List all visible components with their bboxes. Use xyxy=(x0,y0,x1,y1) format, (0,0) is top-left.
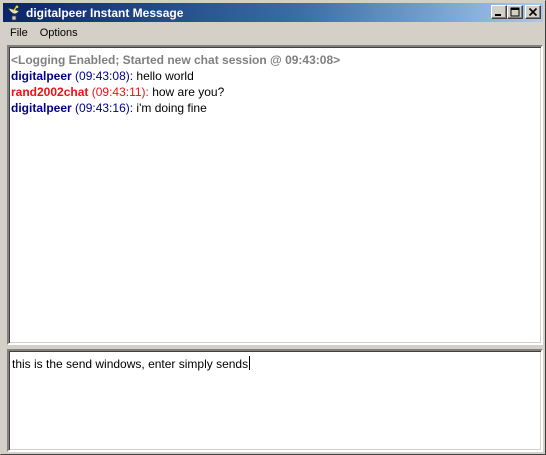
satellite-dish-icon[interactable] xyxy=(6,5,22,21)
message-nick: digitalpeer xyxy=(11,101,72,115)
message-time: (09:43:16): xyxy=(75,101,134,115)
close-icon xyxy=(528,7,538,17)
chat-message: rand2002chat (09:43:11): how are you? xyxy=(11,84,539,100)
minimize-button[interactable] xyxy=(491,5,507,19)
message-nick: digitalpeer xyxy=(11,69,72,83)
message-nick: rand2002chat xyxy=(11,85,89,99)
title-buttons xyxy=(491,5,541,19)
menu-options[interactable]: Options xyxy=(34,24,84,42)
minimize-icon xyxy=(495,14,501,16)
message-time: (09:43:11): xyxy=(91,85,149,99)
message-text: how are you? xyxy=(148,85,225,99)
menu-bar: File Options xyxy=(3,24,543,42)
message-text: i'm doing fine xyxy=(133,101,207,115)
message-time: (09:43:08): xyxy=(75,69,134,83)
im-window: digitalpeer Instant Message File Options… xyxy=(0,0,546,455)
menu-file[interactable]: File xyxy=(3,24,34,42)
chat-message: digitalpeer (09:43:16): i'm doing fine xyxy=(11,100,539,116)
log-status-line: <Logging Enabled; Started new chat sessi… xyxy=(11,53,341,67)
chat-message: digitalpeer (09:43:08): hello world xyxy=(11,68,539,84)
message-text: hello world xyxy=(133,69,194,83)
window-title: digitalpeer Instant Message xyxy=(26,5,184,20)
send-input-text: this is the send windows, enter simply s… xyxy=(12,357,249,371)
title-bar[interactable]: digitalpeer Instant Message xyxy=(3,3,543,22)
maximize-button[interactable] xyxy=(507,5,523,19)
text-caret xyxy=(249,356,251,370)
close-button[interactable] xyxy=(525,5,541,19)
send-input[interactable]: this is the send windows, enter simply s… xyxy=(7,349,543,452)
maximize-icon xyxy=(510,7,520,17)
chat-log[interactable]: <Logging Enabled; Started new chat sessi… xyxy=(7,45,543,345)
